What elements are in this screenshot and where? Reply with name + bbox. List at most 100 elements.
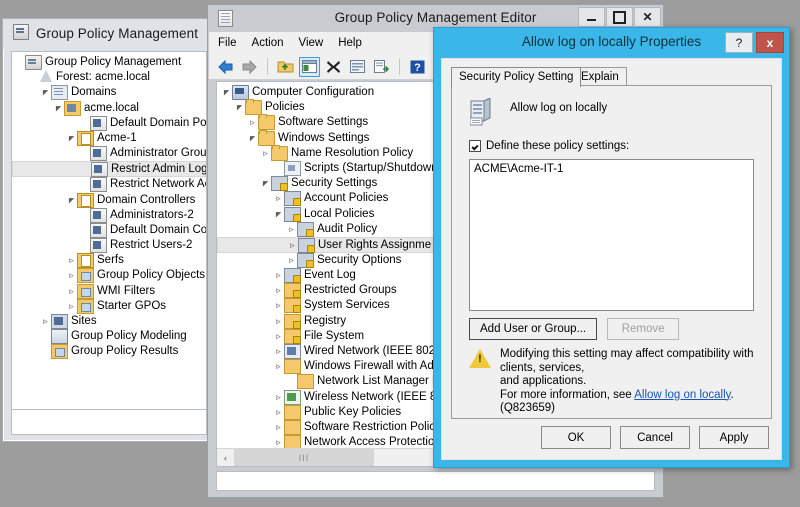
expander-collapsed-icon[interactable]: ▹ [273,329,284,344]
tree-item[interactable]: Default Domain Contr [12,222,207,238]
tree-item-label: WMI Filters [97,284,156,297]
tree-item[interactable]: ◢ Acme-1 [12,130,206,146]
expander-collapsed-icon[interactable]: ▹ [273,390,284,405]
ok-button[interactable]: OK [541,426,611,449]
tree-item[interactable]: Restrict Network Acce [12,177,206,193]
menu-action[interactable]: Action [252,37,284,49]
policy-principals-listbox[interactable]: ACME\Acme-IT-1 [469,159,754,311]
expander-collapsed-icon[interactable]: ▹ [40,314,51,329]
tree-item[interactable]: Group Policy Results [12,344,206,360]
gpme-caption-buttons[interactable]: ✕ [577,7,661,27]
allow-log-on-locally-properties-dialog[interactable]: Allow log on locally Properties ? x Secu… [433,27,790,468]
expander-collapsed-icon[interactable]: ▹ [66,268,77,283]
show-hide-console-tree-icon[interactable] [299,56,320,77]
define-policy-settings-checkbox[interactable] [469,140,481,152]
expander-collapsed-icon[interactable]: ▹ [273,405,284,420]
expander-collapsed-icon[interactable]: ▹ [260,146,271,161]
tree-item-label: Default Domain Contr [110,223,207,236]
list-item[interactable]: ACME\Acme-IT-1 [474,163,749,175]
tree-item-label: Event Log [304,269,356,282]
expander-collapsed-icon[interactable]: ▹ [66,299,77,314]
expander-expanded-icon[interactable]: ◢ [53,101,64,116]
menu-help[interactable]: Help [338,37,362,49]
dialog-caption-buttons[interactable]: ? x [722,32,784,53]
expander-collapsed-icon[interactable]: ▹ [273,283,284,298]
expander-collapsed-icon[interactable]: ▹ [273,359,284,374]
forward-icon[interactable] [239,57,260,77]
help-button[interactable]: ? [725,32,753,53]
dialog-action-buttons[interactable]: OK Cancel Apply [541,426,769,449]
tree-item[interactable]: Default Domain Policy [12,115,206,131]
tree-item[interactable]: ▹ WMI Filters [12,283,206,299]
expander-expanded-icon[interactable]: ◢ [66,193,77,208]
maximize-button[interactable] [606,7,633,27]
tree-item[interactable]: ▹ Group Policy Objects [12,268,206,284]
expander-collapsed-icon[interactable]: ▹ [286,222,297,237]
tree-item-label: File System [304,329,365,342]
sec-icon [297,221,314,237]
expander-expanded-icon[interactable]: ◢ [247,131,258,146]
sec-icon [297,252,314,268]
tree-item[interactable]: ◢ Domain Controllers [12,192,206,208]
help-icon[interactable]: ? [407,57,428,77]
expander-collapsed-icon[interactable]: ▹ [273,314,284,329]
tree-item[interactable]: ▹ Starter GPOs [12,298,206,314]
remove-button[interactable]: Remove [607,318,680,340]
add-user-or-group-button[interactable]: Add User or Group... [469,318,598,340]
tree-item-label: Domains [71,86,117,99]
expander-collapsed-icon[interactable]: ▹ [286,253,297,268]
expander-collapsed-icon[interactable]: ▹ [247,115,258,130]
list-action-buttons[interactable]: Add User or Group... Remove [469,318,680,340]
tree-item[interactable]: Group Policy Modeling [12,329,206,345]
expander-collapsed-icon[interactable]: ▹ [273,420,284,435]
expander-expanded-icon[interactable]: ◢ [260,176,271,191]
expander-collapsed-icon[interactable]: ▹ [273,298,284,313]
expander-expanded-icon[interactable]: ◢ [221,85,232,100]
tree-item[interactable]: Forest: acme.local [12,70,206,85]
expander-collapsed-icon[interactable]: ▹ [273,191,284,206]
tree-item[interactable]: Restrict Users-2 [12,238,206,254]
cancel-button[interactable]: Cancel [620,426,690,449]
expander-expanded-icon[interactable]: ◢ [66,131,77,146]
expander-expanded-icon[interactable]: ◢ [234,100,245,115]
tree-item[interactable]: Administrators-2 [12,207,206,223]
tree-item-label: Security Settings [291,177,378,190]
gpme-scroll-left-arrow[interactable]: ‹ [217,449,234,466]
expander-collapsed-icon[interactable]: ▹ [66,284,77,299]
back-icon[interactable] [215,57,236,77]
gpm-titlebar[interactable]: Group Policy Management [3,19,213,49]
minimize-button[interactable] [578,7,605,27]
close-button[interactable]: ✕ [634,7,661,27]
expander-collapsed-icon[interactable]: ▹ [273,344,284,359]
gpm-tree[interactable]: Group Policy Management Forest: acme.loca… [12,52,206,360]
export-list-icon[interactable] [371,57,392,77]
delete-icon[interactable] [323,57,344,77]
menu-file[interactable]: File [218,37,237,49]
tree-item[interactable]: ▹ Serfs [12,253,206,269]
tree-item[interactable]: ◢ Domains [12,85,206,101]
tree-item[interactable]: Administrator Group [12,146,206,162]
dialog-tabstrip[interactable]: Security Policy Setting Explain [451,67,772,87]
sec-icon [298,237,315,253]
gpo-icon [90,146,107,162]
tree-item[interactable]: ◢ acme.local [12,100,206,116]
define-policy-settings-row[interactable]: Define these policy settings: [469,140,629,152]
tree-item[interactable]: ▹ Sites [12,314,206,329]
dialog-close-button[interactable]: x [756,32,784,53]
tree-item[interactable]: Restrict Admin Logon [12,161,206,178]
group-policy-management-window[interactable]: Group Policy Management Group Policy Man… [2,18,214,442]
gpm-tree-pane[interactable]: Group Policy Management Forest: acme.loca… [11,51,207,435]
allow-log-on-locally-link[interactable]: Allow log on locally [634,389,730,401]
menu-view[interactable]: View [299,37,324,49]
expander-collapsed-icon[interactable]: ▹ [273,268,284,283]
expander-collapsed-icon[interactable]: ▹ [66,253,77,268]
expander-expanded-icon[interactable]: ◢ [273,207,284,222]
gpme-scroll-thumb[interactable]: III [234,449,374,466]
apply-button[interactable]: Apply [699,426,769,449]
properties-icon[interactable] [347,57,368,77]
tree-item[interactable]: Group Policy Management [12,55,206,70]
up-folder-icon[interactable] [275,57,296,77]
tab-security-policy-setting[interactable]: Security Policy Setting [451,67,582,87]
expander-expanded-icon[interactable]: ◢ [40,85,51,100]
expander-collapsed-icon[interactable]: ▹ [287,238,298,253]
